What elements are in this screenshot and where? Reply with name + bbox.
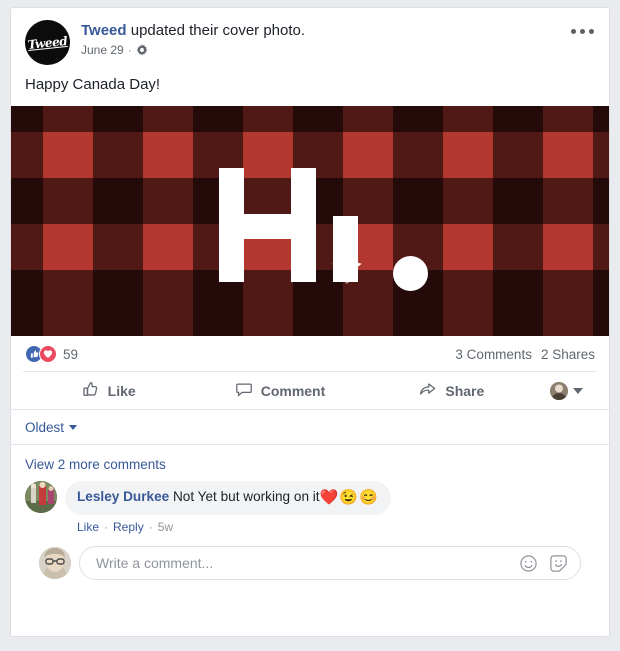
speech-bubble-icon — [235, 380, 253, 401]
post-message-text: Happy Canada Day! — [25, 76, 161, 93]
comment-button[interactable]: Comment — [194, 376, 365, 406]
comment-input-field[interactable] — [79, 546, 581, 580]
comment-button-label: Comment — [260, 382, 326, 399]
reactions-row: 59 3 Comments 2 Shares — [11, 336, 609, 371]
post-date[interactable]: June 29 — [81, 42, 124, 58]
share-arrow-icon — [418, 380, 437, 401]
comment-action-separator: · — [148, 520, 153, 534]
cover-artwork — [11, 106, 609, 336]
comment-reply-link[interactable]: Reply — [113, 520, 144, 534]
comment-as-selector[interactable] — [537, 376, 597, 406]
ellipsis-dot — [570, 28, 576, 34]
viewer-avatar — [550, 381, 569, 400]
comment-actions: Like · Reply · 5w — [77, 520, 391, 534]
author-name-link[interactable]: Tweed — [81, 22, 127, 39]
reaction-summary: 59 — [25, 345, 78, 363]
maple-leaf-icon — [331, 249, 363, 290]
gear-icon[interactable] — [136, 44, 148, 56]
commenter-avatar[interactable] — [25, 481, 57, 513]
post-headline: Tweed updated their cover photo. — [81, 21, 305, 40]
comment-input[interactable] — [96, 555, 519, 571]
reaction-icons — [25, 345, 57, 363]
period-dot-glyph — [393, 256, 428, 291]
comment-body: Lesley Durkee Not Yet but working on it❤… — [65, 481, 391, 534]
comment-sort-label[interactable]: Oldest — [25, 420, 64, 435]
comment-composer-row — [25, 534, 595, 594]
comment-sort-row: Oldest — [11, 409, 609, 444]
sticker-icon[interactable] — [549, 554, 568, 573]
comment-bubble: Lesley Durkee Not Yet but working on it❤… — [65, 481, 391, 515]
facebook-post-card: Tweed Tweed updated their cover photo. J… — [10, 7, 610, 637]
shares-count[interactable]: 2 Shares — [541, 347, 595, 362]
post-counts: 3 Comments 2 Shares — [455, 347, 595, 362]
headline-action-text: updated their cover photo. — [126, 22, 306, 39]
meta-separator: · — [127, 43, 132, 57]
reaction-count[interactable]: 59 — [63, 347, 78, 362]
heart-reaction-icon — [39, 345, 57, 363]
comment-emoji: ❤️😉😊 — [319, 489, 379, 506]
comment-timestamp[interactable]: 5w — [158, 520, 173, 534]
composer-icons — [519, 554, 568, 573]
emoji-smiley-icon[interactable] — [519, 554, 538, 573]
post-header: Tweed Tweed updated their cover photo. J… — [11, 8, 609, 65]
comments-count[interactable]: 3 Comments — [455, 347, 532, 362]
like-button[interactable]: Like — [23, 376, 194, 406]
comment-action-separator: · — [104, 520, 109, 534]
post-more-options-button[interactable] — [567, 20, 597, 42]
post-cover-photo[interactable] — [11, 106, 609, 336]
post-action-bar: Like Comment Share — [23, 371, 597, 409]
chevron-down-icon — [573, 387, 584, 394]
share-button[interactable]: Share — [366, 376, 537, 406]
comments-area: View 2 more comments Lesley Durkee Not Y… — [11, 444, 609, 594]
view-more-comments-link[interactable]: View 2 more comments — [25, 457, 166, 472]
author-avatar[interactable]: Tweed — [25, 20, 70, 65]
chevron-down-icon[interactable] — [69, 425, 78, 430]
thumbs-up-outline-icon — [82, 380, 100, 401]
commenter-name-link[interactable]: Lesley Durkee — [77, 489, 169, 504]
share-button-label: Share — [445, 382, 485, 399]
post-meta: June 29 · — [81, 42, 305, 58]
tweed-logo-text: Tweed — [27, 33, 68, 52]
comment-text: Not Yet but working on it — [169, 489, 320, 504]
like-button-label: Like — [107, 382, 136, 399]
ellipsis-dot — [588, 28, 594, 34]
ellipsis-dot — [579, 28, 585, 34]
comment-item: Lesley Durkee Not Yet but working on it❤… — [25, 481, 595, 534]
comment-like-link[interactable]: Like — [77, 520, 99, 534]
current-user-avatar[interactable] — [39, 547, 71, 579]
post-header-text: Tweed updated their cover photo. June 29… — [81, 20, 305, 58]
